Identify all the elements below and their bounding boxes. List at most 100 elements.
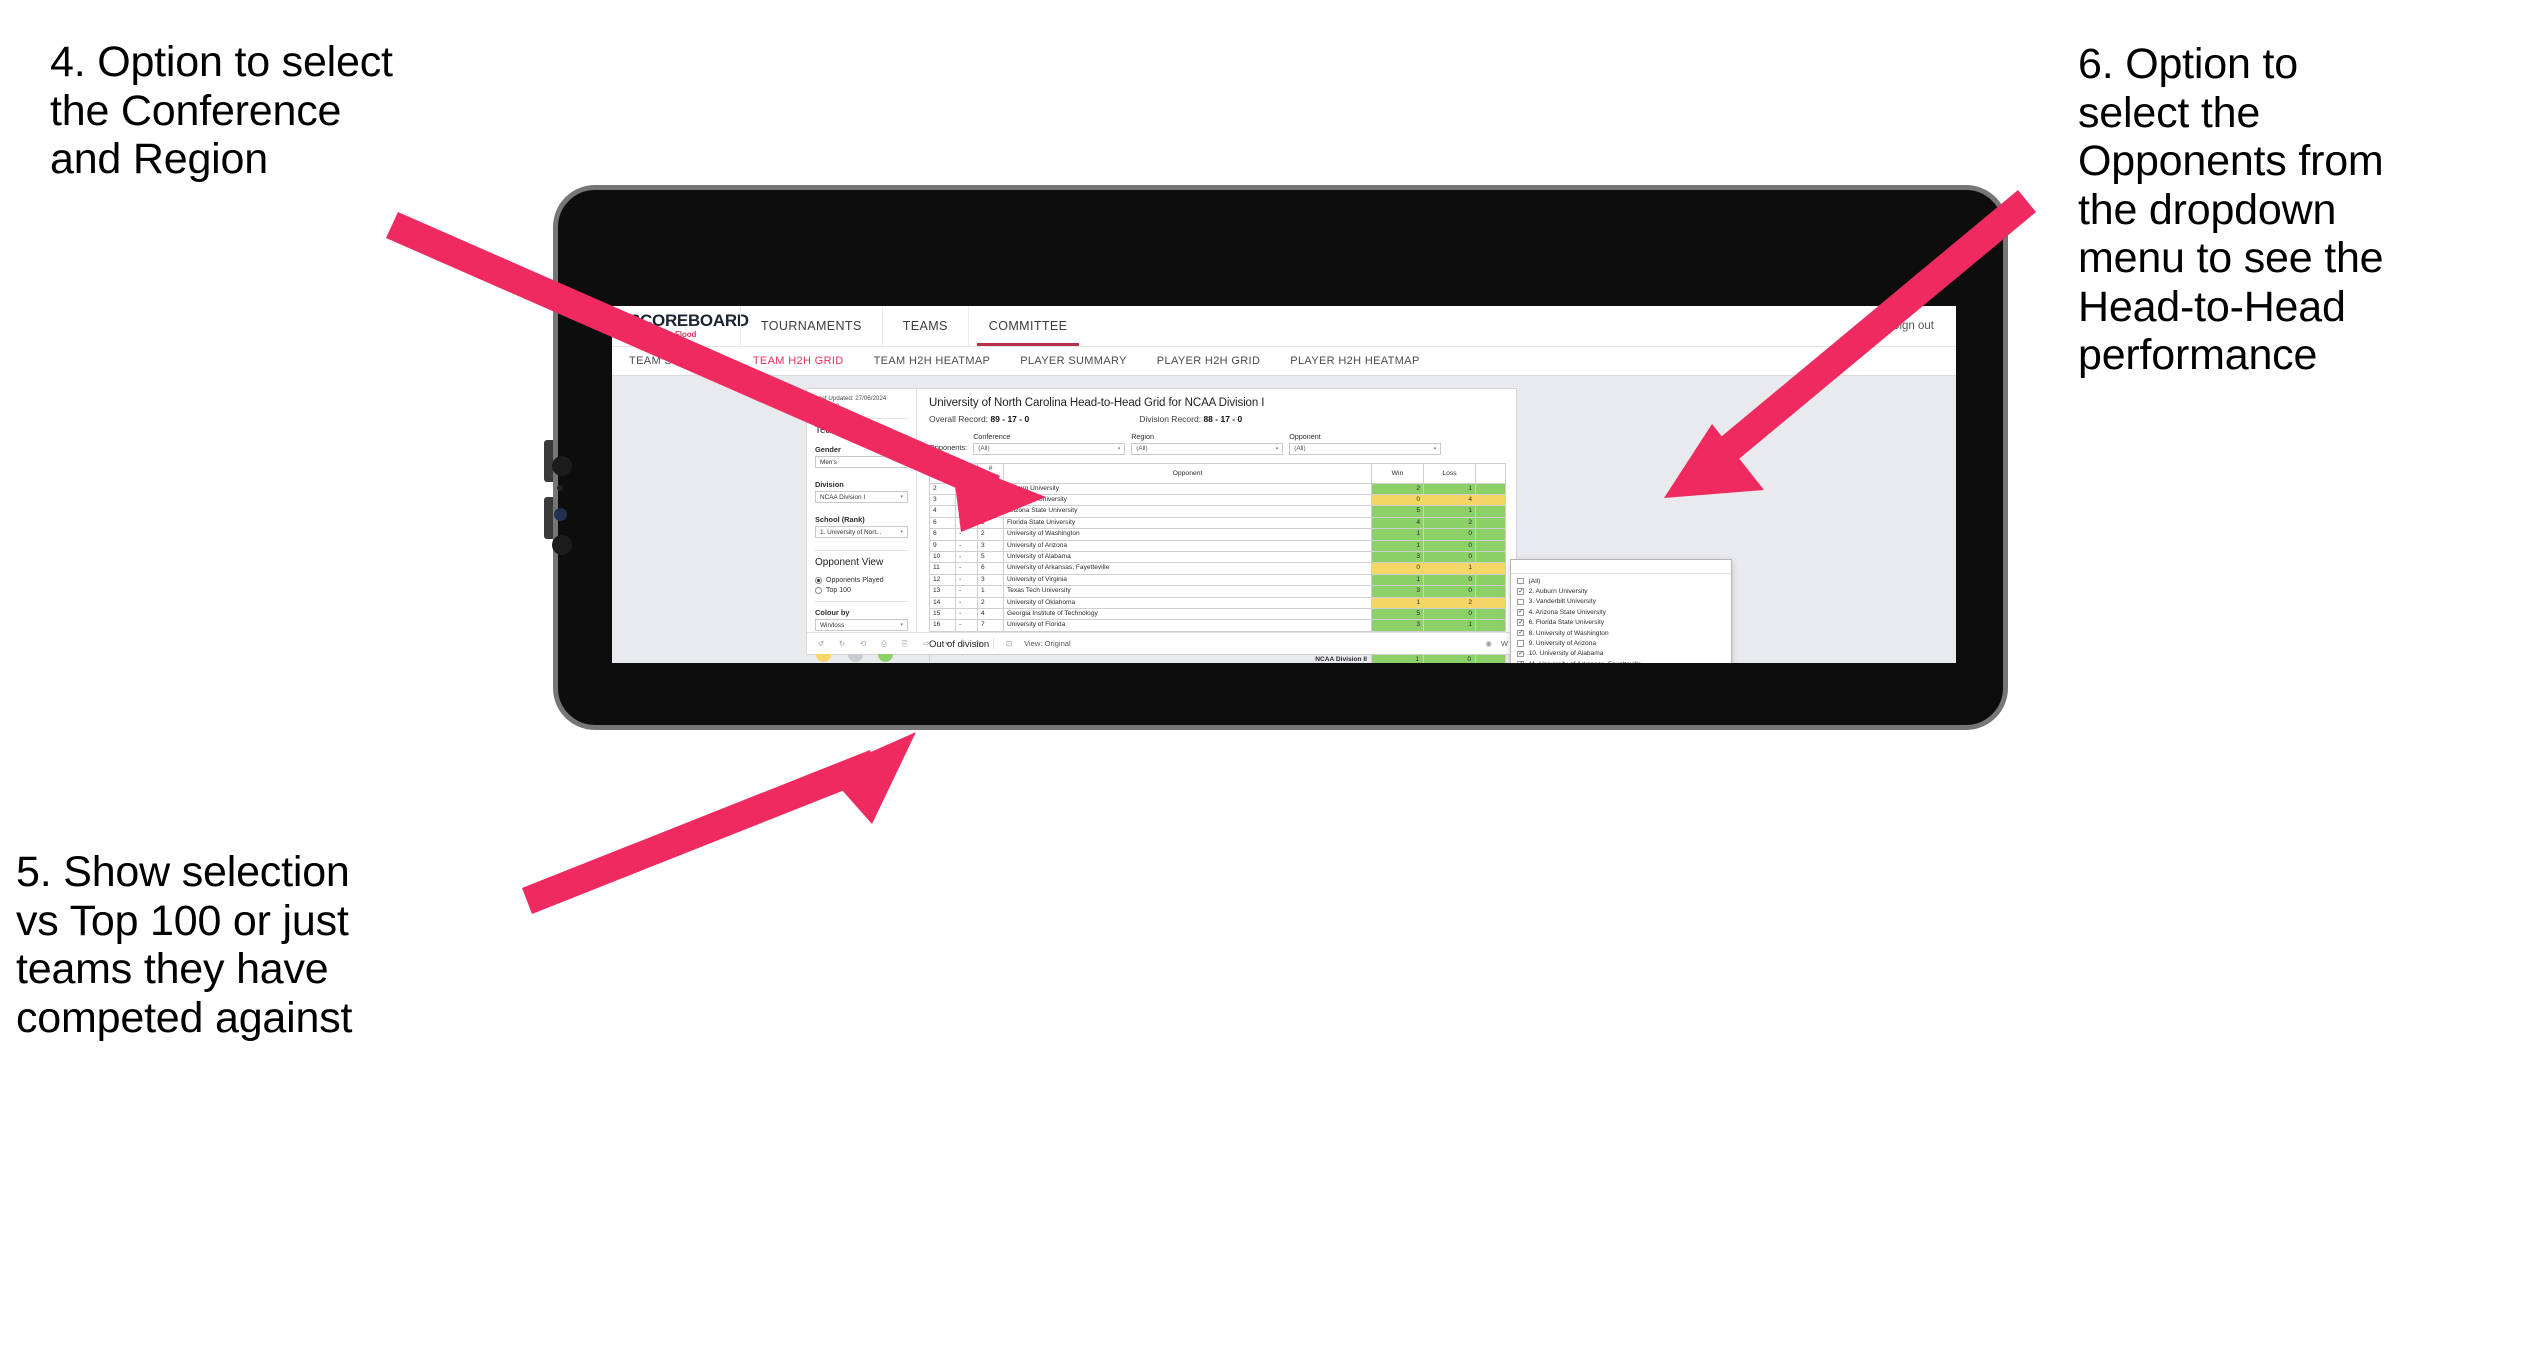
checkbox-icon[interactable] — [1517, 619, 1524, 627]
cell-conf: 1 — [977, 505, 1004, 518]
conference-filter-caption: Conference — [973, 432, 1011, 441]
nav-teams[interactable]: TEAMS — [881, 306, 968, 346]
table-row[interactable]: 11-6 University of Arkansas, Fayetteville… — [929, 562, 1506, 575]
cell-reg: - — [955, 493, 978, 507]
cell-loss: 2 — [1423, 516, 1476, 530]
opponent-dropdown-search[interactable] — [1511, 560, 1731, 574]
radio-opponents-played[interactable]: Opponents Played — [815, 577, 908, 584]
subnav-player-summary[interactable]: PLAYER SUMMARY — [1020, 355, 1127, 367]
revert-icon[interactable]: ⟲ — [857, 638, 869, 650]
sign-out-link[interactable]: Sign out — [1892, 320, 1934, 332]
annotation-6: 6. Option to select the Opponents from t… — [2078, 40, 2384, 380]
opponent-filter: Opponent (All) ▾ — [1289, 432, 1442, 455]
cell-reg: - — [955, 516, 978, 530]
table-row[interactable]: 16-7 University of Florida 3 1 — [929, 619, 1506, 632]
opponent-option[interactable]: 8. University of Washington — [1511, 628, 1731, 638]
cell-win: 1 — [1371, 528, 1424, 541]
table-row[interactable]: 6-2 Florida State University 4 2 — [929, 516, 1506, 530]
division-record: Division Record: 88 - 17 - 0 — [1139, 414, 1242, 424]
opponent-option[interactable]: 3. Vanderbilt University — [1511, 597, 1731, 607]
checkbox-icon[interactable] — [1517, 650, 1524, 658]
subnav-team-summary[interactable]: TEAM SUMMARY — [629, 355, 723, 367]
radio-icon — [815, 587, 822, 594]
table-row[interactable]: 13-1 Texas Tech University 3 0 — [929, 585, 1506, 598]
subnav-player-h2h-heatmap[interactable]: PLAYER H2H HEATMAP — [1290, 355, 1419, 367]
tablet-volume-button-1[interactable] — [544, 440, 553, 482]
column-header-win[interactable]: Win — [1371, 462, 1424, 484]
colour-by-select[interactable]: Win/loss ▾ — [815, 619, 908, 631]
cell-win: 3 — [1371, 619, 1424, 632]
school-select[interactable]: 1. University of Nort... ▾ — [815, 526, 908, 538]
opponent-option[interactable]: 4. Arizona State University — [1511, 607, 1731, 617]
opponent-option[interactable]: 2. Auburn University — [1511, 586, 1731, 596]
nav-committee[interactable]: COMMITTEE — [967, 306, 1088, 346]
opponent-option[interactable]: 10. University of Alabama — [1511, 649, 1731, 659]
radio-top-100[interactable]: Top 100 — [815, 587, 908, 594]
region-filter-value: (All) — [1136, 445, 1148, 452]
subnav-player-h2h-grid[interactable]: PLAYER H2H GRID — [1157, 355, 1260, 367]
opponent-option[interactable]: 6. Florida State University — [1511, 618, 1731, 628]
gender-select[interactable]: Men's ▾ — [815, 456, 908, 468]
checkbox-icon[interactable] — [1517, 598, 1524, 606]
region-filter: Region (All) ▾ — [1131, 432, 1284, 455]
conference-filter-select[interactable]: (All) ▾ — [973, 442, 1126, 455]
table-row[interactable]: 9-3 University of Arizona 1 0 — [929, 539, 1506, 552]
column-header-loss[interactable]: Loss — [1423, 462, 1476, 484]
column-header-conf[interactable]: # Conf — [977, 462, 1004, 484]
cell-reg: - — [955, 528, 978, 541]
tablet-volume-button-2[interactable] — [544, 497, 553, 539]
column-header-opponent[interactable]: Opponent — [1003, 462, 1372, 484]
opponent-dropdown-menu[interactable]: (All) 2. Auburn University 3. Vanderbilt U… — [1510, 559, 1732, 663]
redo-icon[interactable]: ↻ — [836, 638, 848, 650]
checkbox-icon[interactable] — [1517, 577, 1524, 585]
opponent-option-label: 4. Arizona State University — [1528, 608, 1606, 616]
tablet-camera-dot — [554, 508, 567, 521]
cell-opponent: Arizona State University — [1003, 505, 1372, 518]
refresh-icon[interactable]: ⎘ — [899, 638, 911, 650]
filter-row: Opponents: Conference (All) ▾ Region (Al — [929, 432, 1506, 455]
table-row[interactable]: 12-3 University of Virginia 1 0 — [929, 573, 1506, 587]
pause-refresh-icon[interactable]: ⎙ — [878, 638, 890, 650]
opponent-option[interactable]: (All) — [1511, 576, 1731, 586]
checkbox-icon[interactable] — [1517, 629, 1524, 637]
division-select[interactable]: NCAA Division I ▾ — [815, 491, 908, 503]
checkbox-icon[interactable] — [1517, 588, 1524, 595]
cell-opponent: Texas Tech University — [1003, 585, 1372, 598]
cell-opponent: Auburn University — [1003, 482, 1372, 495]
opponent-filter-select[interactable]: (All) ▾ — [1289, 442, 1442, 455]
subnav-team-h2h-grid[interactable]: TEAM H2H GRID — [753, 355, 844, 367]
chevron-down-icon: ▾ — [900, 529, 903, 535]
subnav-team-h2h-heatmap[interactable]: TEAM H2H HEATMAP — [874, 355, 991, 367]
table-header-row: # Rank # Reg # Conf Opponent Win Loss — [929, 462, 1506, 484]
opponent-option[interactable]: 11. University of Arkansas, Fayetteville — [1511, 659, 1731, 663]
table-row[interactable]: 3-2 Vanderbilt University 0 4 — [929, 493, 1506, 507]
table-row: NCAA Division II 1 0 — [929, 653, 1506, 663]
cell-conf: 2 — [977, 493, 1004, 507]
cell-reg: - — [955, 550, 978, 564]
checkbox-icon[interactable] — [1517, 660, 1524, 663]
opponent-option-list[interactable]: (All) 2. Auburn University 3. Vanderbilt U… — [1511, 574, 1731, 663]
nav-tournaments[interactable]: TOURNAMENTS — [740, 306, 882, 346]
cell-win: 3 — [1371, 585, 1424, 598]
table-row[interactable]: 14-2 University of Oklahoma 1 2 — [929, 596, 1506, 609]
opponent-option[interactable]: 9. University of Arizona — [1511, 638, 1731, 648]
cell-bar — [1475, 596, 1506, 609]
cell-opponent: University of Oklahoma — [1003, 596, 1372, 609]
undo-icon[interactable]: ↺ — [815, 638, 827, 650]
table-row[interactable]: 4-1 Arizona State University 5 1 — [929, 505, 1506, 518]
overall-record: Overall Record: 89 - 17 - 0 — [929, 414, 1029, 424]
table-row[interactable]: 10-5 University of Alabama 3 0 — [929, 550, 1506, 564]
table-row[interactable]: 2-1 Auburn University 2 1 — [929, 482, 1506, 495]
table-row[interactable]: 8-2 University of Washington 1 0 — [929, 528, 1506, 541]
cell-bar — [1475, 562, 1506, 575]
cell-conf: 2 — [977, 516, 1004, 530]
column-header-rank[interactable]: # Rank — [929, 462, 956, 484]
region-filter-select[interactable]: (All) ▾ — [1131, 442, 1284, 455]
cell-win: 1 — [1371, 573, 1424, 587]
checkbox-icon[interactable] — [1517, 640, 1524, 647]
column-header-reg[interactable]: # Reg — [955, 462, 978, 484]
checkbox-icon[interactable] — [1517, 608, 1524, 616]
table-row[interactable]: 15-4 Georgia Institute of Technology 5 0 — [929, 607, 1506, 621]
sidebar-divider-1 — [815, 418, 908, 419]
brand-logo[interactable]: SCOREBOARD Powered by Flood — [612, 306, 749, 346]
